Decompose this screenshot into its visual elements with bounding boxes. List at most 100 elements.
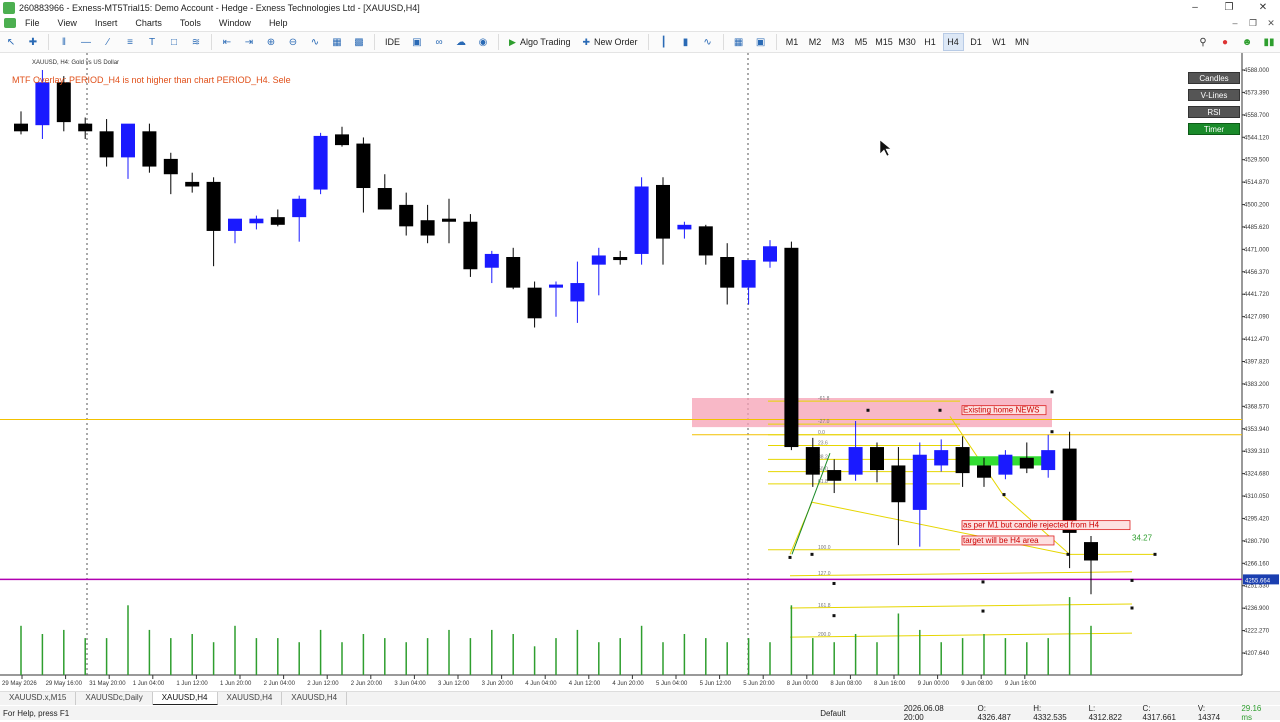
time-axis-label: 5 Jun 04:00 [656,681,688,687]
channel-icon[interactable]: ≡ [120,33,140,51]
chart-shift-icon[interactable]: ⇥ [239,33,259,51]
time-axis-label: 9 Jun 16:00 [1005,681,1037,687]
tf-h1[interactable]: H1 [920,33,941,51]
minimize-icon[interactable]: – [1178,0,1212,16]
child-close-icon[interactable]: ✕ [1262,18,1280,29]
bearish-candle [977,465,991,478]
indicators-icon[interactable]: ∿ [305,33,325,51]
menu-tools[interactable]: Tools [171,18,210,28]
tf-m30[interactable]: M30 [897,33,918,51]
bearish-candle [656,184,670,239]
chart-tab[interactable]: XAUUSD.x,M15 [0,692,77,705]
tf-m1[interactable]: M1 [782,33,803,51]
cursor-icon[interactable]: ↖ [1,33,21,51]
toolbar-separator [374,34,375,50]
menu-help[interactable]: Help [260,18,297,28]
timer-countdown: 34.27 [1132,534,1153,543]
autoscroll-icon[interactable]: ⇤ [217,33,237,51]
chart-tab[interactable]: XAUUSDc,Daily [76,692,153,705]
child-restore-icon[interactable]: ❐ [1244,18,1262,29]
price-axis-label: 4339.310 [1244,449,1270,455]
text-icon[interactable]: T [142,33,162,51]
tf-m2[interactable]: M2 [805,33,826,51]
tf-mn[interactable]: MN [1012,33,1033,51]
zoom-out-icon[interactable]: ⊖ [283,33,303,51]
connection-ping: 29.16 ms [1241,704,1262,722]
zoom-in-icon[interactable]: ⊕ [261,33,281,51]
bearish-candle [270,217,285,225]
chart-tab[interactable]: XAUUSD,H4 [218,692,283,705]
time-axis-label: 29 May 2026 [2,681,37,687]
object-anchor-point [981,609,985,613]
toolbar-separator [48,34,49,50]
charts-icon[interactable]: ▩ [349,33,369,51]
tf-m5[interactable]: M5 [851,33,872,51]
candle-chart-icon[interactable]: ▮ [676,33,696,51]
algo-trading-button[interactable]: ▶ Algo Trading [504,33,575,51]
tf-m15[interactable]: M15 [874,33,895,51]
child-minimize-icon[interactable]: – [1226,18,1244,29]
tf-w1[interactable]: W1 [989,33,1010,51]
status-bar: For Help, press F1 Default 2026.06.08 20… [0,704,1280,722]
market-icon[interactable]: ◉ [473,33,493,51]
bearish-candle [613,256,628,261]
price-axis-label: 4236.900 [1244,606,1270,612]
ide-button[interactable]: IDE [380,33,405,51]
profile-name[interactable]: Default [814,709,897,718]
notifications-icon[interactable]: ● [1215,33,1235,51]
price-chart[interactable]: -61.8-27.00.023.638.250.061.8100.0127.01… [0,53,1280,691]
new-order-button[interactable]: ✚ New Order [577,33,642,51]
signal-strength-icon[interactable]: ▮▮ [1259,33,1279,51]
signals-icon[interactable]: ∞ [429,33,449,51]
object-anchor-point [1002,493,1006,497]
chart-area[interactable]: -61.8 -27.0 0.0 23.6 38.2 50.0 61.8 100.0 127.0 1… [0,53,1280,691]
menu-bar: File View Insert Charts Tools Window Hel… [0,16,1280,30]
menu-view[interactable]: View [49,18,86,28]
timer-button[interactable]: Timer [1188,123,1240,135]
time-axis-label: 4 Jun 04:00 [525,681,557,687]
bearish-candle [206,181,221,231]
rsi-button[interactable]: RSI [1188,106,1240,118]
tf-d1[interactable]: D1 [966,33,987,51]
menu-window[interactable]: Window [210,18,260,28]
tf-m3[interactable]: M3 [828,33,849,51]
line-chart-icon[interactable]: ∿ [698,33,718,51]
fib-level-label: 23.6 [818,441,828,447]
chart-tab[interactable]: XAUUSD,H4 [282,692,348,705]
terminal-logo-icon [4,18,16,28]
candles-button[interactable]: Candles [1188,72,1240,84]
tf-h4[interactable]: H4 [942,33,964,51]
screenshot-icon[interactable]: ▣ [751,33,771,51]
v-lines-button[interactable]: V-Lines [1188,89,1240,101]
time-axis-label: 31 May 20:00 [89,681,126,687]
templates-icon[interactable]: ▦ [327,33,347,51]
lock-icon[interactable]: ▣ [407,33,427,51]
object-anchor-point [832,614,836,618]
crosshair-icon[interactable]: ✚ [23,33,43,51]
vertical-line-icon[interactable]: ‖ [54,33,74,51]
bearish-candle [891,465,906,503]
shapes-icon[interactable]: □ [164,33,184,51]
menu-charts[interactable]: Charts [126,18,171,28]
account-icon[interactable]: ☻ [1237,33,1257,51]
bullish-candle [1041,450,1056,471]
bar-high: H: 4332.535 [1033,704,1067,722]
price-axis-label: 4368.570 [1244,404,1270,410]
toolbar: ↖ ✚ ‖ — ∕ ≡ T □ ≋ ⇤ ⇥ ⊕ ⊖ ∿ ▦ ▩ IDE ▣ ∞ … [0,31,1280,53]
trendline-icon[interactable]: ∕ [98,33,118,51]
close-icon[interactable]: ✕ [1246,0,1280,16]
menu-file[interactable]: File [16,18,49,28]
chart-tab-active[interactable]: XAUUSD,H4 [152,692,218,705]
object-anchor-point [1050,390,1054,394]
grid-icon[interactable]: ▦ [729,33,749,51]
price-axis-label: 4295.420 [1244,516,1270,522]
bullish-candle [591,255,606,265]
menu-insert[interactable]: Insert [86,18,127,28]
vps-icon[interactable]: ☁ [451,33,471,51]
restore-icon[interactable]: ❐ [1212,0,1246,16]
search-icon[interactable]: ⚲ [1193,33,1213,51]
horizontal-line-icon[interactable]: — [76,33,96,51]
objects-icon[interactable]: ≋ [186,33,206,51]
object-anchor-point [832,581,836,585]
bar-chart-icon[interactable]: ┃ [654,33,674,51]
